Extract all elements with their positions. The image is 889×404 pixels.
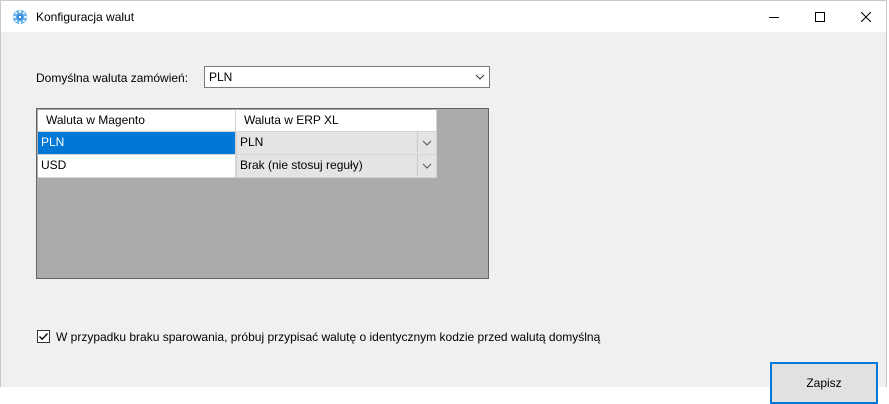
minimize-icon <box>769 16 779 18</box>
column-header-erp[interactable]: Waluta w ERP XL <box>236 110 437 132</box>
default-currency-select[interactable]: PLN <box>204 66 490 88</box>
chevron-down-icon <box>422 163 432 169</box>
dialog-body: Domyślna waluta zamówień: PLN Waluta w M… <box>1 32 886 404</box>
maximize-icon <box>815 11 825 22</box>
grid-header: Waluta w Magento Waluta w ERP XL <box>38 110 437 132</box>
chevron-down-icon <box>475 74 485 80</box>
table-row[interactable]: USD Brak (nie stosuj reguły) <box>38 155 437 178</box>
close-button[interactable] <box>843 1 889 32</box>
window-title: Konfiguracja walut <box>36 10 135 24</box>
table-row[interactable]: PLN PLN <box>38 132 437 155</box>
erp-currency-value: PLN <box>240 135 264 149</box>
default-currency-value: PLN <box>209 70 233 84</box>
chevron-down-icon <box>422 140 432 146</box>
magento-currency-cell[interactable]: PLN <box>38 132 236 155</box>
currency-config-window: Konfiguracja walut Domyślna waluta zamów… <box>0 0 887 404</box>
checkmark-icon <box>39 333 48 341</box>
fallback-checkbox-label[interactable]: W przypadku braku sparowania, próbuj prz… <box>56 330 600 344</box>
gear-icon <box>13 10 27 24</box>
currency-mapping-grid[interactable]: Waluta w Magento Waluta w ERP XL PLN PLN… <box>36 108 489 279</box>
column-header-magento[interactable]: Waluta w Magento <box>38 110 236 132</box>
title-bar[interactable]: Konfiguracja walut <box>1 1 886 32</box>
close-icon <box>861 11 871 22</box>
maximize-button[interactable] <box>797 1 843 32</box>
erp-currency-dropdown[interactable]: PLN <box>236 132 437 155</box>
save-button[interactable]: Zapisz <box>770 362 878 404</box>
erp-currency-value: Brak (nie stosuj reguły) <box>240 158 363 172</box>
magento-currency-cell[interactable]: USD <box>38 155 236 178</box>
fallback-checkbox[interactable] <box>37 330 50 343</box>
dropdown-button[interactable] <box>417 155 436 176</box>
minimize-button[interactable] <box>751 1 797 32</box>
default-currency-label: Domyślna waluta zamówień: <box>36 71 189 85</box>
erp-currency-dropdown[interactable]: Brak (nie stosuj reguły) <box>236 155 437 178</box>
dropdown-button[interactable] <box>417 132 436 153</box>
